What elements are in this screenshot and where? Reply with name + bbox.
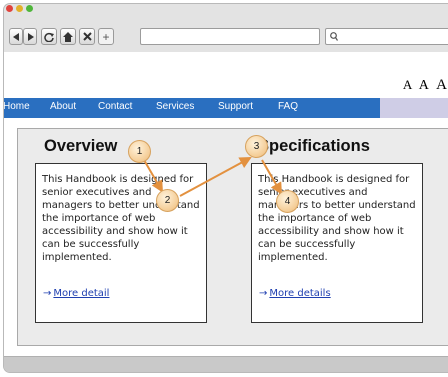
text-size-large[interactable]: A [436, 77, 448, 93]
overview-more-link[interactable]: → More detail [43, 288, 109, 299]
annotation-badge-3: 3 [245, 135, 268, 158]
overview-heading: Overview [44, 137, 118, 155]
back-icon [12, 32, 19, 41]
new-tab-button[interactable]: + [98, 28, 114, 45]
browser-window: + A A A Home About Contact Services Supp… [3, 3, 448, 373]
web-page: A A A Home About Contact Services Suppor… [4, 52, 448, 356]
reload-icon [44, 32, 54, 42]
nav-faq[interactable]: FAQ [278, 101, 298, 112]
specifications-card: This Handbook is designed for senior exe… [251, 163, 423, 323]
plus-icon: + [102, 29, 110, 44]
overview-card: This Handbook is designed for senior exe… [35, 163, 207, 323]
content-panel: Overview This Handbook is designed for s… [17, 128, 448, 346]
main-navigation: Home About Contact Services Support FAQ [4, 98, 448, 118]
specifications-more-label: More details [269, 288, 331, 299]
window-controls [6, 5, 33, 12]
search-icon [330, 32, 338, 41]
search-field[interactable] [325, 28, 448, 45]
specifications-text: This Handbook is designed for senior exe… [258, 174, 416, 263]
overview-text: This Handbook is designed for senior exe… [42, 174, 200, 263]
browser-toolbar: + [4, 14, 448, 50]
home-icon [63, 31, 73, 42]
home-button[interactable] [60, 28, 76, 45]
specifications-more-link[interactable]: → More details [259, 288, 331, 299]
nav-trailing-area [380, 98, 448, 118]
overview-more-label: More detail [53, 288, 110, 299]
annotation-badge-4: 4 [276, 190, 299, 213]
right-arrow-icon: → [259, 288, 268, 299]
right-arrow-icon: → [43, 288, 52, 299]
forward-button[interactable] [23, 28, 37, 45]
text-size-medium[interactable]: A [419, 78, 431, 93]
nav-home[interactable]: Home [4, 101, 30, 112]
text-size-controls: A A A [403, 77, 448, 94]
zoom-window-button[interactable] [26, 5, 33, 12]
forward-icon [27, 32, 34, 41]
nav-support[interactable]: Support [218, 101, 253, 112]
stop-icon [82, 32, 92, 41]
close-window-button[interactable] [6, 5, 13, 12]
stop-button[interactable] [79, 28, 95, 45]
text-size-small[interactable]: A [403, 77, 414, 92]
nav-about[interactable]: About [50, 101, 76, 112]
minimize-window-button[interactable] [16, 5, 23, 12]
nav-contact[interactable]: Contact [98, 101, 132, 112]
status-bar [4, 356, 448, 372]
nav-services[interactable]: Services [156, 101, 194, 112]
specifications-heading: Specifications [258, 137, 370, 155]
address-bar[interactable] [140, 28, 320, 45]
annotation-badge-2: 2 [156, 189, 179, 212]
reload-button[interactable] [41, 28, 57, 45]
back-button[interactable] [9, 28, 23, 45]
annotation-badge-1: 1 [128, 140, 151, 163]
